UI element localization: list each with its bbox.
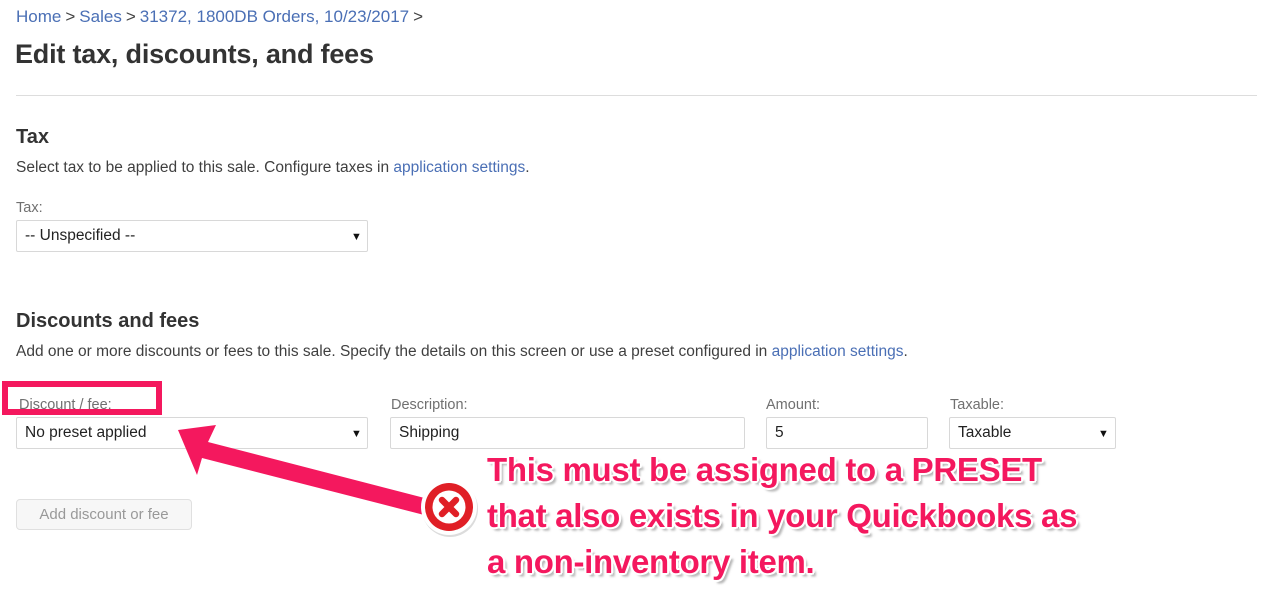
tax-description-text-before: Select tax to be applied to this sale. C… <box>16 159 394 176</box>
discounts-section-heading: Discounts and fees <box>16 310 200 332</box>
amount-field-label: Amount: <box>766 397 820 413</box>
callout-line-1: This must be assigned to a PRESET <box>487 451 1042 488</box>
annotation-callout-text: This must be assigned to a PRESET that a… <box>487 447 1187 585</box>
tax-description-text-after: . <box>525 159 530 176</box>
x-circle-icon <box>421 479 478 537</box>
discounts-section-description: Add one or more discounts or fees to thi… <box>16 342 908 362</box>
breadcrumb-item-sales[interactable]: Sales <box>79 7 122 26</box>
discount-fee-select[interactable]: No preset applied <box>16 417 368 449</box>
discount-fee-field-label: Discount / fee: <box>19 397 112 413</box>
breadcrumb-separator: > <box>65 7 76 26</box>
description-field-label: Description: <box>391 397 468 413</box>
header-divider <box>16 95 1257 96</box>
description-input[interactable]: Shipping <box>390 417 745 449</box>
tax-section-heading: Tax <box>16 126 49 148</box>
tax-section-description: Select tax to be applied to this sale. C… <box>16 158 530 178</box>
taxable-field-label: Taxable: <box>950 397 1005 413</box>
description-input-value: Shipping <box>399 424 460 441</box>
tax-application-settings-link[interactable]: application settings <box>393 159 525 176</box>
discounts-description-text-after: . <box>903 343 908 360</box>
tax-select-value: -- Unspecified -- <box>25 227 136 244</box>
amount-input[interactable]: 5 <box>766 417 928 449</box>
amount-input-value: 5 <box>775 424 784 441</box>
taxable-select[interactable]: Taxable <box>949 417 1116 449</box>
breadcrumb-item-order[interactable]: 31372, 1800DB Orders, 10/23/2017 <box>140 7 409 26</box>
callout-line-2: that also exists in your Quickbooks as <box>487 497 1078 534</box>
tax-select[interactable]: -- Unspecified -- <box>16 220 368 252</box>
discounts-application-settings-link[interactable]: application settings <box>772 343 904 360</box>
tax-field-label: Tax: <box>16 200 43 216</box>
add-discount-or-fee-button[interactable]: Add discount or fee <box>16 499 192 530</box>
breadcrumb-item-home[interactable]: Home <box>16 7 61 26</box>
discounts-description-text-before: Add one or more discounts or fees to thi… <box>16 343 772 360</box>
callout-line-3: a non-inventory item. <box>487 543 815 580</box>
breadcrumb-separator: > <box>413 7 424 26</box>
taxable-select-value: Taxable <box>958 424 1012 441</box>
breadcrumb: Home > Sales >31372, 1800DB Orders, 10/23/2… <box>16 7 427 27</box>
discount-fee-select-value: No preset applied <box>25 424 147 441</box>
breadcrumb-separator: > <box>125 7 136 26</box>
page-root: Home > Sales >31372, 1800DB Orders, 10/23/2… <box>0 0 1261 593</box>
page-title: Edit tax, discounts, and fees <box>15 39 374 69</box>
